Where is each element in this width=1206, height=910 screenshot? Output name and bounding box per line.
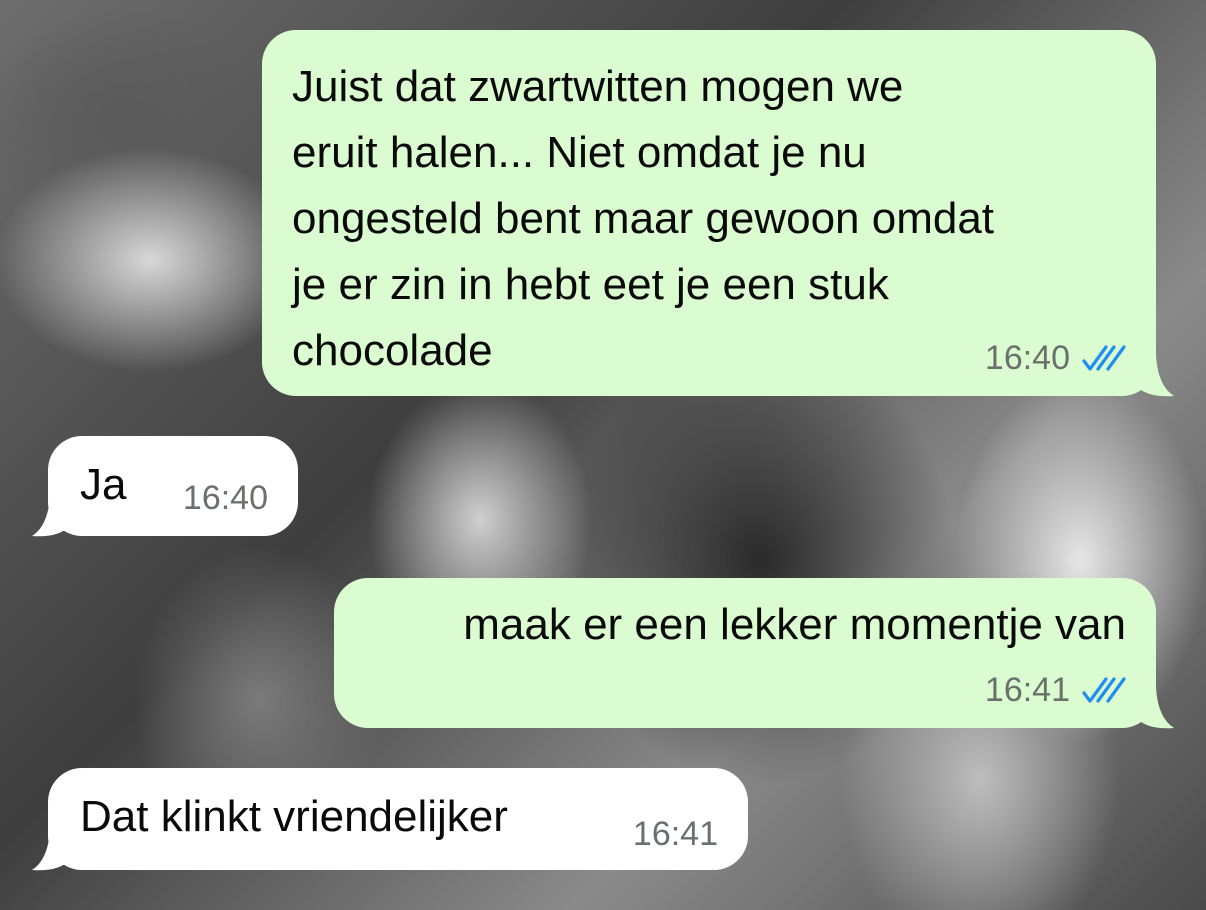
message-meta: 16:40 <box>985 338 1128 378</box>
message-meta: 16:41 <box>633 814 718 854</box>
message-timestamp: 16:41 <box>632 815 718 853</box>
incoming-message-bubble[interactable]: Dat klinkt vriendelijker 16:41 <box>48 768 748 870</box>
outgoing-message-bubble[interactable]: Juist dat zwartwitten mogen we eruit hal… <box>262 30 1156 396</box>
incoming-message-bubble[interactable]: Ja 16:40 <box>48 436 298 536</box>
bubble-tail <box>1136 688 1174 729</box>
message-text: Juist dat zwartwitten mogen we eruit hal… <box>292 62 995 375</box>
message-timestamp: 16:40 <box>984 339 1070 377</box>
message-timestamp: 16:40 <box>182 479 268 517</box>
message-meta: 16:41 <box>985 670 1128 710</box>
message-text: maak er een lekker momentje van <box>463 600 1126 649</box>
bubble-tail <box>1136 356 1174 397</box>
message-text: Dat klinkt vriendelijker <box>80 792 508 841</box>
bubble-tail <box>32 496 70 537</box>
read-double-check-icon <box>1082 345 1126 371</box>
message-timestamp: 16:41 <box>984 671 1070 709</box>
read-double-check-icon <box>1082 677 1126 703</box>
outgoing-message-bubble[interactable]: maak er een lekker momentje van 16:41 <box>334 578 1156 728</box>
bubble-tail <box>32 830 70 871</box>
message-meta: 16:40 <box>183 478 268 518</box>
